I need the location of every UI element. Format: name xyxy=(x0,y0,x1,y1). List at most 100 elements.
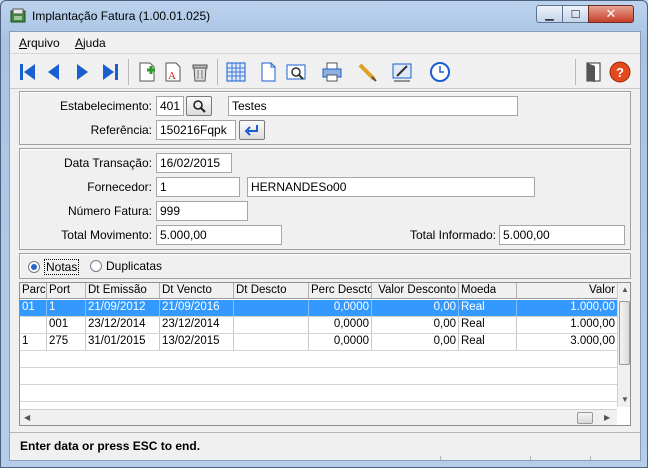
application-window: Implantação Fatura (1.00.01.025) ▁ ☐ ✕ A… xyxy=(0,0,648,468)
column-header-dt-vencto[interactable]: Dt Vencto xyxy=(160,283,234,299)
total-movimento-input[interactable]: 5.000,00 xyxy=(156,225,282,245)
calculator-icon xyxy=(226,62,246,82)
table-row-selected[interactable]: 01 1 21/09/2012 21/09/2016 0,0000 0,00 R… xyxy=(20,300,617,317)
last-record-icon xyxy=(103,64,118,80)
print-button[interactable] xyxy=(320,60,344,84)
new-record-button[interactable] xyxy=(135,60,159,84)
edit-record-button[interactable]: A xyxy=(161,60,185,84)
data-transacao-input[interactable]: 16/02/2015 xyxy=(156,153,232,173)
column-header-valor[interactable]: Valor xyxy=(517,283,617,299)
menu-arquivo[interactable]: Arquivo xyxy=(19,36,60,50)
previous-record-icon xyxy=(48,64,59,80)
pencil-button[interactable] xyxy=(355,60,379,84)
svg-text:?: ? xyxy=(616,65,624,80)
column-header-dt-descto[interactable]: Dt Descto xyxy=(234,283,309,299)
status-text: Enter data or press ESC to end. xyxy=(20,439,201,453)
estabelecimento-description: Testes xyxy=(228,96,518,116)
estabelecimento-input[interactable]: 401 xyxy=(156,96,184,116)
details-panel: Data Transação: 16/02/2015 Fornecedor: 1… xyxy=(19,148,631,250)
parcelas-grid[interactable]: Parc Port Dt Emissão Dt Vencto Dt Descto… xyxy=(19,282,631,426)
view-options-panel: Notas Duplicatas xyxy=(19,253,631,279)
cell-moeda: Real xyxy=(459,300,517,316)
document-icon xyxy=(261,62,276,82)
delete-button[interactable] xyxy=(188,60,212,84)
column-header-dt-emissao[interactable]: Dt Emissão xyxy=(86,283,160,299)
scroll-down-icon[interactable]: ▼ xyxy=(621,395,629,404)
header-panel: Estabelecimento: 401 Testes Referência: … xyxy=(19,91,631,145)
horizontal-scroll-thumb[interactable] xyxy=(577,412,593,424)
scroll-right-icon[interactable]: ▶ xyxy=(604,413,610,422)
referencia-enter-button[interactable] xyxy=(239,120,265,140)
sign-off-button[interactable] xyxy=(390,60,414,84)
cell-dt-descto xyxy=(234,300,309,316)
status-separator xyxy=(530,456,531,460)
cell-moeda: Real xyxy=(459,317,517,333)
total-informado-input[interactable]: 5.000,00 xyxy=(499,225,625,245)
cell-valor: 1.000,00 xyxy=(570,318,615,330)
search-estabelecimento-button[interactable] xyxy=(186,96,212,116)
scroll-left-icon[interactable]: ◀ xyxy=(24,413,30,422)
menu-ajuda[interactable]: Ajuda xyxy=(75,36,106,50)
pencil-icon xyxy=(358,63,377,82)
preview-button[interactable] xyxy=(284,60,308,84)
exit-door-icon xyxy=(586,62,601,82)
exit-button[interactable] xyxy=(582,60,606,84)
cell-valor-desconto: 0,00 xyxy=(372,317,459,333)
grid-horizontal-scrollbar[interactable]: ◀ ▶ xyxy=(20,409,617,425)
fornecedor-name-field: HERNANDESo00 xyxy=(247,177,535,197)
document-button[interactable] xyxy=(256,60,280,84)
column-header-valor-desconto[interactable]: Valor Desconto xyxy=(372,283,459,299)
svg-text:A: A xyxy=(168,70,176,82)
preview-icon xyxy=(286,64,306,80)
duplicatas-radio[interactable]: Duplicatas xyxy=(90,259,162,273)
cell-moeda: Real xyxy=(459,334,517,350)
next-record-button[interactable] xyxy=(70,60,94,84)
notas-label: Notas xyxy=(44,259,80,275)
cell-port: 275 xyxy=(47,334,86,350)
last-record-button[interactable] xyxy=(98,60,122,84)
close-icon: ✕ xyxy=(605,6,617,21)
cell-dt-emissao: 21/09/2012 xyxy=(86,300,160,316)
title-bar[interactable]: Implantação Fatura (1.00.01.025) ▁ ☐ ✕ xyxy=(1,1,647,31)
table-row-empty xyxy=(20,351,617,368)
cell-dt-emissao: 31/01/2015 xyxy=(86,334,160,350)
close-button[interactable]: ✕ xyxy=(588,5,634,23)
column-header-perc-descto[interactable]: Perc Descto xyxy=(309,283,372,299)
help-button[interactable]: ? xyxy=(608,60,632,84)
scroll-up-icon[interactable]: ▲ xyxy=(621,285,629,294)
table-row-empty xyxy=(20,385,617,402)
delete-icon xyxy=(192,64,208,82)
maximize-button[interactable]: ☐ xyxy=(562,5,589,23)
menu-bar: Arquivo Ajuda xyxy=(10,32,640,54)
column-header-port[interactable]: Port xyxy=(47,283,86,299)
table-row[interactable]: 1 275 31/01/2015 13/02/2015 0,0000 0,00 … xyxy=(20,334,617,351)
cell-port: 1 xyxy=(47,300,86,316)
clock-button[interactable] xyxy=(428,60,452,84)
calculator-button[interactable] xyxy=(224,60,248,84)
table-row[interactable]: 001 23/12/2014 23/12/2014 0,0000 0,00 Re… xyxy=(20,317,617,334)
status-separator xyxy=(590,456,591,460)
toolbar-separator xyxy=(217,59,218,85)
vertical-scroll-thumb[interactable] xyxy=(619,301,630,365)
fornecedor-code-input[interactable]: 1 xyxy=(156,177,240,197)
column-header-parc[interactable]: Parc xyxy=(20,283,47,299)
column-header-moeda[interactable]: Moeda xyxy=(459,283,517,299)
edit-record-icon: A xyxy=(165,62,181,82)
toolbar-separator xyxy=(128,59,129,85)
notas-radio[interactable]: Notas xyxy=(28,259,80,275)
minimize-button[interactable]: ▁ xyxy=(536,5,563,23)
window-title: Implantação Fatura (1.00.01.025) xyxy=(32,9,211,23)
minimize-icon: ▁ xyxy=(545,8,554,21)
referencia-input[interactable]: 150216Fqpk xyxy=(156,120,236,140)
numero-fatura-label: Número Fatura: xyxy=(67,204,152,218)
previous-record-button[interactable] xyxy=(42,60,66,84)
status-separator xyxy=(440,456,441,460)
first-record-button[interactable] xyxy=(16,60,40,84)
grid-vertical-scrollbar[interactable]: ▲ ▼ xyxy=(617,283,630,407)
cell-valor-desconto: 0,00 xyxy=(372,334,459,350)
toolbar-separator xyxy=(575,59,576,85)
numero-fatura-input[interactable]: 999 xyxy=(156,201,248,221)
next-record-icon xyxy=(77,64,88,80)
radio-selected-indicator xyxy=(28,261,40,273)
estabelecimento-label: Estabelecimento: xyxy=(59,99,152,113)
